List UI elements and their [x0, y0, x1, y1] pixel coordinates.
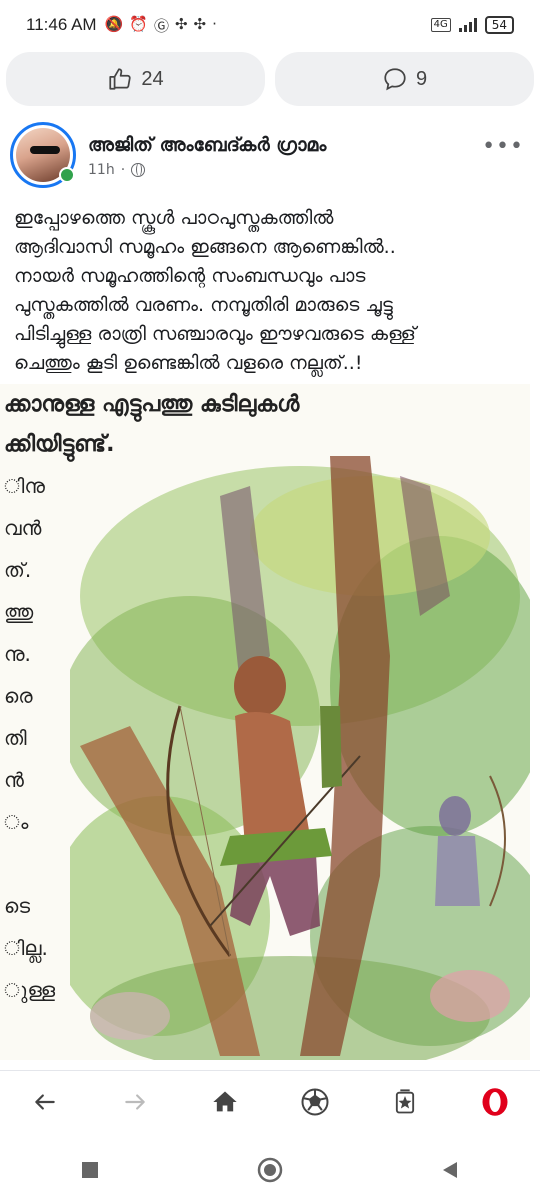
- image-fragment: ില്ല.: [4, 936, 48, 960]
- battery-indicator: 54: [484, 16, 514, 34]
- comment-bubble-icon: [384, 68, 406, 91]
- opera-logo-icon: [482, 1087, 508, 1116]
- post-text-line: പുസ്തകത്തിൽ വരണം. നമ്പൂതിരി മാരുടെ ചൂട്ട…: [14, 294, 393, 316]
- image-fragment: ൻ: [4, 768, 24, 792]
- image-fragment: ം: [4, 810, 29, 834]
- status-time: 11:46 AM: [26, 15, 97, 34]
- image-fragment: ത്തു: [4, 600, 34, 624]
- circle-icon: [257, 1157, 283, 1183]
- apps-icon: ✣: [174, 14, 188, 33]
- image-fragment: ടെ: [4, 894, 31, 918]
- image-fragment: വൻ: [4, 516, 42, 540]
- online-status-icon: [59, 167, 75, 183]
- home-button[interactable]: [195, 1072, 255, 1132]
- post-text-line: പിടിച്ചുള്ള രാത്രി സഞ്ചാരവും ഈഴവരുടെ കള്…: [14, 323, 416, 345]
- more-options-button[interactable]: •••: [482, 134, 524, 159]
- tabs-button[interactable]: [375, 1072, 435, 1132]
- opera-menu-button[interactable]: [465, 1072, 525, 1132]
- dot-icon: ·: [212, 14, 217, 33]
- triangle-back-icon: [443, 1162, 457, 1178]
- author-name[interactable]: അജിത് അംബേദ്കർ ഗ്രാമം: [88, 134, 326, 156]
- soccer-button[interactable]: [285, 1072, 345, 1132]
- g-icon: Ⓖ: [153, 16, 169, 35]
- image-text-line: ക്കിയിട്ടുണ്ട്.: [4, 432, 115, 457]
- home-system-button[interactable]: [240, 1140, 300, 1200]
- post-text-line: ഇപ്പോഴത്തെ സ്കൂൾ പാഠപുസ്തകത്തിൽ: [14, 207, 334, 229]
- square-icon: [82, 1162, 98, 1178]
- post-text: ഇപ്പോഴത്തെ സ്കൂൾ പാഠപുസ്തകത്തിൽ ആദിവാസി …: [14, 204, 528, 378]
- thumbs-up-icon: [109, 68, 131, 90]
- post-image[interactable]: ക്കാനുള്ള എട്ടുപത്തു കുടിലുകൾ ക്കിയിട്ടു…: [0, 384, 530, 1060]
- like-button[interactable]: 24: [6, 52, 265, 106]
- browser-bottom-bar: [0, 1070, 540, 1132]
- image-text-line: ക്കാനുള്ള എട്ടുപത്തു കുടിലുകൾ: [4, 392, 300, 417]
- mute-icon: 🔕: [104, 14, 124, 33]
- reaction-bar: 24 9: [6, 52, 534, 106]
- alarm-icon: ⏰: [129, 14, 148, 33]
- image-fragment: രെ: [4, 684, 33, 708]
- apps-icon-2: ✣: [193, 14, 207, 33]
- image-fragment: നു.: [4, 642, 31, 666]
- post-text-line: ആദിവാസി സമൂഹം ഇങ്ങനെ ആണെങ്കിൽ..: [14, 236, 396, 258]
- forward-button[interactable]: [105, 1072, 165, 1132]
- image-fragment: ത്.: [4, 558, 32, 582]
- forward-arrow-icon: [125, 1093, 145, 1110]
- post-time[interactable]: 11h: [88, 162, 115, 178]
- home-icon: [213, 1091, 237, 1111]
- back-system-button[interactable]: [420, 1140, 480, 1200]
- image-fragment: [4, 852, 44, 894]
- post-header: അജിത് അംബേദ്കർ ഗ്രാമം 11h · •••: [10, 122, 530, 192]
- notification-icons: 🔕 ⏰ Ⓖ ✣ ✣ ·: [105, 15, 217, 36]
- network-type: 4G: [430, 18, 451, 32]
- author-avatar[interactable]: [10, 122, 76, 188]
- globe-icon: [131, 163, 146, 177]
- image-fragment: തി: [4, 726, 27, 750]
- comment-count: 9: [415, 67, 428, 90]
- comment-button[interactable]: 9: [275, 52, 534, 106]
- tabs-icon: [395, 1088, 415, 1113]
- image-fragment: ിനു: [4, 474, 45, 498]
- back-button[interactable]: [15, 1072, 75, 1132]
- recents-button[interactable]: [60, 1140, 120, 1200]
- signal-icon: [458, 18, 477, 32]
- watercolor-illustration: [70, 456, 530, 1060]
- image-side-text: ിനു വൻ ത്. ത്തു നു. രെ തി ൻ ം ടെ ില്ല. ു…: [4, 474, 56, 1020]
- back-arrow-icon: [35, 1093, 55, 1110]
- system-nav-bar: [0, 1140, 540, 1200]
- like-count: 24: [141, 67, 164, 90]
- image-fragment: ുള്ള: [4, 978, 56, 1002]
- post-text-line: ചെത്തും കൂടി ഉണ്ടെങ്കിൽ വളരെ നല്ലത്..!: [14, 352, 363, 374]
- post-text-line: നായർ സമൂഹത്തിന്റെ സംബന്ധവും പാട: [14, 265, 366, 287]
- status-bar: 11:46 AM 🔕 ⏰ Ⓖ ✣ ✣ · 4G 54: [0, 0, 540, 50]
- soccer-ball-icon: [301, 1088, 329, 1115]
